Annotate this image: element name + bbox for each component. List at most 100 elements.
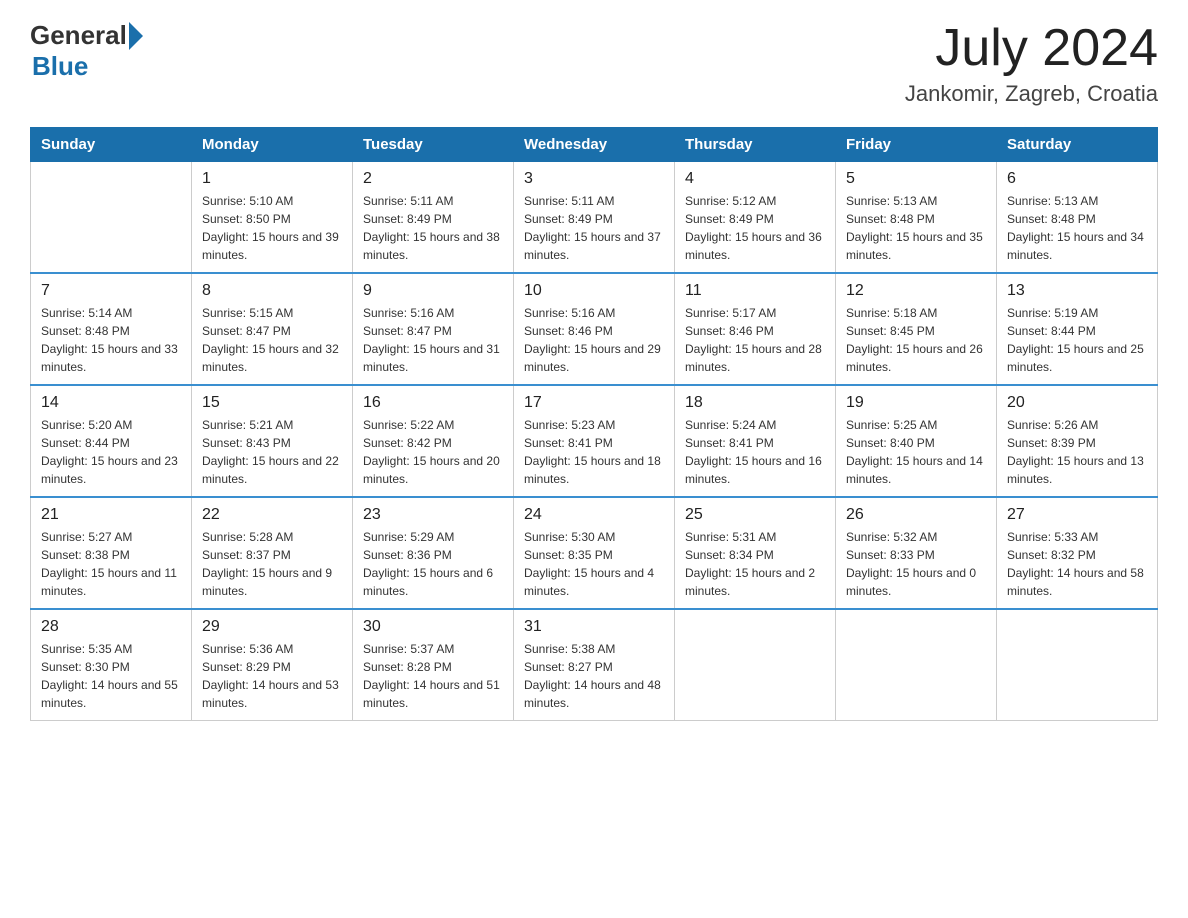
day-info: Sunrise: 5:14 AMSunset: 8:48 PMDaylight:… <box>41 304 181 376</box>
day-cell: 22 Sunrise: 5:28 AMSunset: 8:37 PMDayligh… <box>192 497 353 609</box>
day-number: 21 <box>41 506 181 524</box>
day-number: 10 <box>524 282 664 300</box>
day-number: 25 <box>685 506 825 524</box>
day-number: 5 <box>846 170 986 188</box>
day-cell: 23 Sunrise: 5:29 AMSunset: 8:36 PMDayligh… <box>353 497 514 609</box>
day-info: Sunrise: 5:16 AMSunset: 8:47 PMDaylight:… <box>363 304 503 376</box>
day-info: Sunrise: 5:27 AMSunset: 8:38 PMDaylight:… <box>41 528 181 600</box>
day-number: 2 <box>363 170 503 188</box>
day-info: Sunrise: 5:17 AMSunset: 8:46 PMDaylight:… <box>685 304 825 376</box>
header-cell-wednesday: Wednesday <box>514 128 675 162</box>
day-number: 26 <box>846 506 986 524</box>
day-cell: 7Sunrise: 5:14 AMSunset: 8:48 PMDaylight… <box>31 273 192 385</box>
day-number: 11 <box>685 282 825 300</box>
week-row-5: 28 Sunrise: 5:35 AMSunset: 8:30 PMDayligh… <box>31 609 1158 721</box>
header-cell-friday: Friday <box>836 128 997 162</box>
day-cell: 29 Sunrise: 5:36 AMSunset: 8:29 PMDayligh… <box>192 609 353 721</box>
day-cell: 18 Sunrise: 5:24 AMSunset: 8:41 PMDayligh… <box>675 385 836 497</box>
day-number: 19 <box>846 394 986 412</box>
day-cell: 9 Sunrise: 5:16 AMSunset: 8:47 PMDaylight… <box>353 273 514 385</box>
day-cell: 6Sunrise: 5:13 AMSunset: 8:48 PMDaylight… <box>997 162 1158 274</box>
day-info: Sunrise: 5:32 AMSunset: 8:33 PMDaylight:… <box>846 528 986 600</box>
day-cell: 17 Sunrise: 5:23 AMSunset: 8:41 PMDayligh… <box>514 385 675 497</box>
day-number: 17 <box>524 394 664 412</box>
day-cell: 8Sunrise: 5:15 AMSunset: 8:47 PMDaylight… <box>192 273 353 385</box>
day-number: 9 <box>363 282 503 300</box>
location-subtitle: Jankomir, Zagreb, Croatia <box>905 81 1158 107</box>
week-row-2: 7Sunrise: 5:14 AMSunset: 8:48 PMDaylight… <box>31 273 1158 385</box>
logo-blue: Blue <box>32 51 88 82</box>
day-cell: 25 Sunrise: 5:31 AMSunset: 8:34 PMDayligh… <box>675 497 836 609</box>
week-row-1: 1 Sunrise: 5:10 AMSunset: 8:50 PMDaylight… <box>31 162 1158 274</box>
calendar-body: 1 Sunrise: 5:10 AMSunset: 8:50 PMDaylight… <box>31 162 1158 721</box>
day-cell: 27 Sunrise: 5:33 AMSunset: 8:32 PMDayligh… <box>997 497 1158 609</box>
day-cell: 19 Sunrise: 5:25 AMSunset: 8:40 PMDayligh… <box>836 385 997 497</box>
day-cell: 20 Sunrise: 5:26 AMSunset: 8:39 PMDayligh… <box>997 385 1158 497</box>
day-number: 27 <box>1007 506 1147 524</box>
logo-general: General <box>30 20 127 51</box>
day-info: Sunrise: 5:10 AMSunset: 8:50 PMDaylight:… <box>202 192 342 264</box>
day-cell: 11 Sunrise: 5:17 AMSunset: 8:46 PMDayligh… <box>675 273 836 385</box>
day-info: Sunrise: 5:16 AMSunset: 8:46 PMDaylight:… <box>524 304 664 376</box>
day-info: Sunrise: 5:24 AMSunset: 8:41 PMDaylight:… <box>685 416 825 488</box>
day-number: 4 <box>685 170 825 188</box>
day-info: Sunrise: 5:21 AMSunset: 8:43 PMDaylight:… <box>202 416 342 488</box>
day-info: Sunrise: 5:19 AMSunset: 8:44 PMDaylight:… <box>1007 304 1147 376</box>
day-info: Sunrise: 5:30 AMSunset: 8:35 PMDaylight:… <box>524 528 664 600</box>
day-number: 13 <box>1007 282 1147 300</box>
day-number: 3 <box>524 170 664 188</box>
month-year-title: July 2024 <box>905 20 1158 77</box>
day-info: Sunrise: 5:11 AMSunset: 8:49 PMDaylight:… <box>363 192 503 264</box>
day-number: 30 <box>363 618 503 636</box>
day-cell: 24 Sunrise: 5:30 AMSunset: 8:35 PMDayligh… <box>514 497 675 609</box>
day-number: 18 <box>685 394 825 412</box>
day-number: 12 <box>846 282 986 300</box>
day-info: Sunrise: 5:18 AMSunset: 8:45 PMDaylight:… <box>846 304 986 376</box>
day-cell: 5Sunrise: 5:13 AMSunset: 8:48 PMDaylight… <box>836 162 997 274</box>
day-cell <box>997 609 1158 721</box>
day-number: 22 <box>202 506 342 524</box>
header-cell-saturday: Saturday <box>997 128 1158 162</box>
day-number: 8 <box>202 282 342 300</box>
header-cell-tuesday: Tuesday <box>353 128 514 162</box>
day-info: Sunrise: 5:20 AMSunset: 8:44 PMDaylight:… <box>41 416 181 488</box>
day-number: 1 <box>202 170 342 188</box>
day-cell <box>836 609 997 721</box>
day-info: Sunrise: 5:33 AMSunset: 8:32 PMDaylight:… <box>1007 528 1147 600</box>
day-number: 6 <box>1007 170 1147 188</box>
day-info: Sunrise: 5:37 AMSunset: 8:28 PMDaylight:… <box>363 640 503 712</box>
day-cell: 14 Sunrise: 5:20 AMSunset: 8:44 PMDayligh… <box>31 385 192 497</box>
header: General Blue July 2024 Jankomir, Zagreb,… <box>30 20 1158 107</box>
day-number: 14 <box>41 394 181 412</box>
title-area: July 2024 Jankomir, Zagreb, Croatia <box>905 20 1158 107</box>
day-info: Sunrise: 5:22 AMSunset: 8:42 PMDaylight:… <box>363 416 503 488</box>
day-info: Sunrise: 5:23 AMSunset: 8:41 PMDaylight:… <box>524 416 664 488</box>
day-number: 28 <box>41 618 181 636</box>
day-cell: 15Sunrise: 5:21 AMSunset: 8:43 PMDayligh… <box>192 385 353 497</box>
day-cell: 31 Sunrise: 5:38 AMSunset: 8:27 PMDayligh… <box>514 609 675 721</box>
day-info: Sunrise: 5:35 AMSunset: 8:30 PMDaylight:… <box>41 640 181 712</box>
day-cell: 3Sunrise: 5:11 AMSunset: 8:49 PMDaylight… <box>514 162 675 274</box>
day-info: Sunrise: 5:36 AMSunset: 8:29 PMDaylight:… <box>202 640 342 712</box>
calendar-header: SundayMondayTuesdayWednesdayThursdayFrid… <box>31 128 1158 162</box>
day-number: 20 <box>1007 394 1147 412</box>
day-info: Sunrise: 5:28 AMSunset: 8:37 PMDaylight:… <box>202 528 342 600</box>
day-number: 24 <box>524 506 664 524</box>
day-cell: 1 Sunrise: 5:10 AMSunset: 8:50 PMDaylight… <box>192 162 353 274</box>
day-number: 31 <box>524 618 664 636</box>
header-cell-monday: Monday <box>192 128 353 162</box>
day-cell: 10 Sunrise: 5:16 AMSunset: 8:46 PMDayligh… <box>514 273 675 385</box>
day-number: 29 <box>202 618 342 636</box>
week-row-4: 21 Sunrise: 5:27 AMSunset: 8:38 PMDayligh… <box>31 497 1158 609</box>
day-cell <box>31 162 192 274</box>
day-cell: 28 Sunrise: 5:35 AMSunset: 8:30 PMDayligh… <box>31 609 192 721</box>
calendar-table: SundayMondayTuesdayWednesdayThursdayFrid… <box>30 127 1158 721</box>
day-info: Sunrise: 5:29 AMSunset: 8:36 PMDaylight:… <box>363 528 503 600</box>
day-info: Sunrise: 5:38 AMSunset: 8:27 PMDaylight:… <box>524 640 664 712</box>
day-info: Sunrise: 5:26 AMSunset: 8:39 PMDaylight:… <box>1007 416 1147 488</box>
day-cell: 21 Sunrise: 5:27 AMSunset: 8:38 PMDayligh… <box>31 497 192 609</box>
day-number: 23 <box>363 506 503 524</box>
day-info: Sunrise: 5:31 AMSunset: 8:34 PMDaylight:… <box>685 528 825 600</box>
day-info: Sunrise: 5:25 AMSunset: 8:40 PMDaylight:… <box>846 416 986 488</box>
day-number: 16 <box>363 394 503 412</box>
